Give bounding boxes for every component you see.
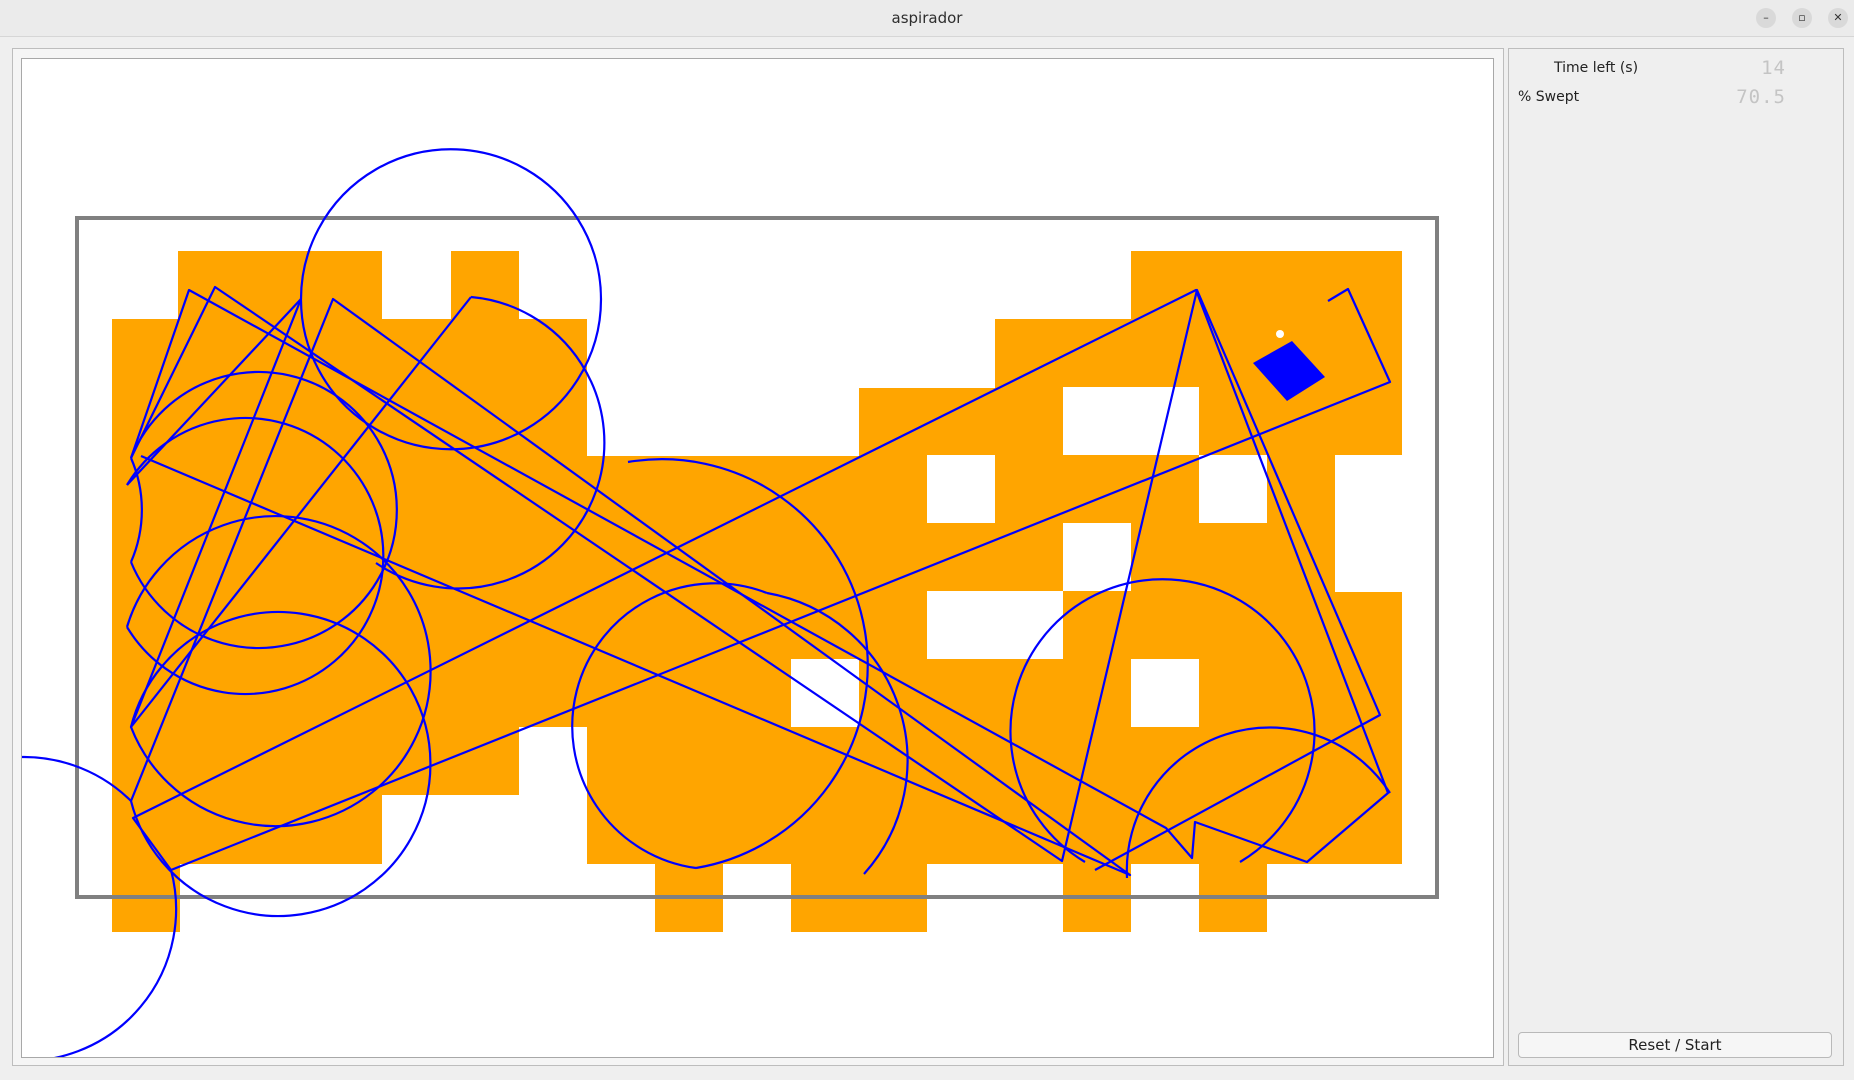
simulation-drawing — [22, 148, 1439, 1057]
swept-label: % Swept — [1518, 89, 1580, 105]
time-left-display: 14 — [1761, 57, 1786, 79]
maximize-button[interactable]: ▫ — [1792, 8, 1812, 28]
close-button[interactable]: ✕ — [1828, 8, 1848, 28]
reset-start-button[interactable]: Reset / Start — [1518, 1032, 1832, 1058]
simulation-canvas — [21, 58, 1494, 1058]
minimize-button[interactable]: – — [1756, 8, 1776, 28]
robot-sensor — [1276, 330, 1284, 338]
title-bar: aspirador – ▫ ✕ — [0, 0, 1854, 37]
time-left-label: Time left (s) — [1554, 60, 1639, 76]
window-title: aspirador — [891, 9, 963, 27]
swept-display: 70.5 — [1736, 86, 1786, 108]
side-panel — [1508, 48, 1844, 1066]
